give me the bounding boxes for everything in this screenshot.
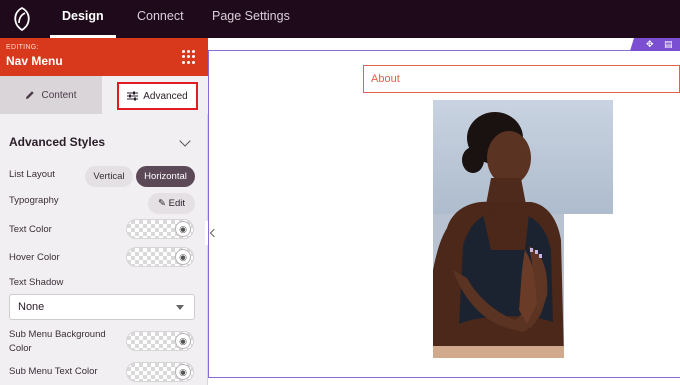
seedprod-logo-icon[interactable]: [9, 6, 35, 32]
typography-edit-button[interactable]: ✎ Edit: [148, 193, 195, 214]
hover-color-picker[interactable]: ◉: [126, 247, 194, 267]
tab-advanced[interactable]: Advanced: [117, 82, 198, 110]
typography-label: Typography: [9, 195, 59, 206]
tab-page-settings[interactable]: Page Settings: [212, 0, 290, 38]
text-color-picker[interactable]: ◉: [126, 219, 194, 239]
list-layout-horizontal-option[interactable]: Horizontal: [136, 166, 195, 187]
settings-panel: EDITING: Nav Menu Content Advanced Advan…: [0, 38, 208, 385]
hover-color-label: Hover Color: [9, 252, 60, 263]
layers-icon[interactable]: ▤: [664, 39, 673, 50]
element-name: Nav Menu: [6, 54, 63, 68]
sliders-icon: [127, 91, 139, 101]
submenu-bg-color-label: Sub Menu Background Color: [9, 329, 106, 354]
pencil-icon: [26, 91, 35, 99]
submenu-bg-color-picker[interactable]: ◉: [126, 331, 194, 351]
text-shadow-value: None: [18, 301, 45, 313]
text-color-label: Text Color: [9, 224, 52, 235]
tab-advanced-label: Advanced: [143, 90, 188, 102]
editing-label: EDITING:: [6, 44, 39, 51]
section-toolbar: ✥ ▤: [630, 38, 680, 51]
palette-icon[interactable]: ◉: [175, 364, 191, 380]
text-shadow-label: Text Shadow: [9, 277, 64, 288]
typography-edit-label: Edit: [168, 198, 185, 209]
submenu-text-color-picker[interactable]: ◉: [126, 362, 194, 382]
palette-icon[interactable]: ◉: [175, 333, 191, 349]
caret-down-icon: [176, 305, 184, 310]
tab-connect[interactable]: Connect: [137, 0, 184, 38]
chevron-down-icon[interactable]: [179, 135, 191, 147]
top-bar: Design Connect Page Settings: [0, 0, 680, 38]
nav-link-about[interactable]: About: [371, 73, 400, 85]
woman-meditating-image[interactable]: [433, 100, 613, 358]
list-layout-label: List Layout: [9, 169, 55, 180]
move-icon[interactable]: ✥: [646, 39, 654, 50]
text-shadow-select[interactable]: None: [9, 294, 195, 320]
section-title[interactable]: Advanced Styles: [9, 135, 105, 149]
nav-menu-block[interactable]: About: [363, 65, 680, 93]
submenu-text-color-label: Sub Menu Text Color: [9, 366, 98, 377]
panel-header: EDITING: Nav Menu: [0, 38, 208, 76]
blocks-grid-icon[interactable]: [182, 50, 196, 64]
tab-content-label: Content: [41, 89, 77, 101]
tab-content[interactable]: Content: [0, 76, 102, 114]
pencil-icon: ✎: [158, 198, 166, 209]
palette-icon[interactable]: ◉: [175, 221, 191, 237]
palette-icon[interactable]: ◉: [175, 249, 191, 265]
panel-tabs: Content Advanced: [0, 76, 208, 114]
tab-design[interactable]: Design: [50, 0, 116, 38]
list-layout-vertical-option[interactable]: Vertical: [85, 166, 133, 187]
